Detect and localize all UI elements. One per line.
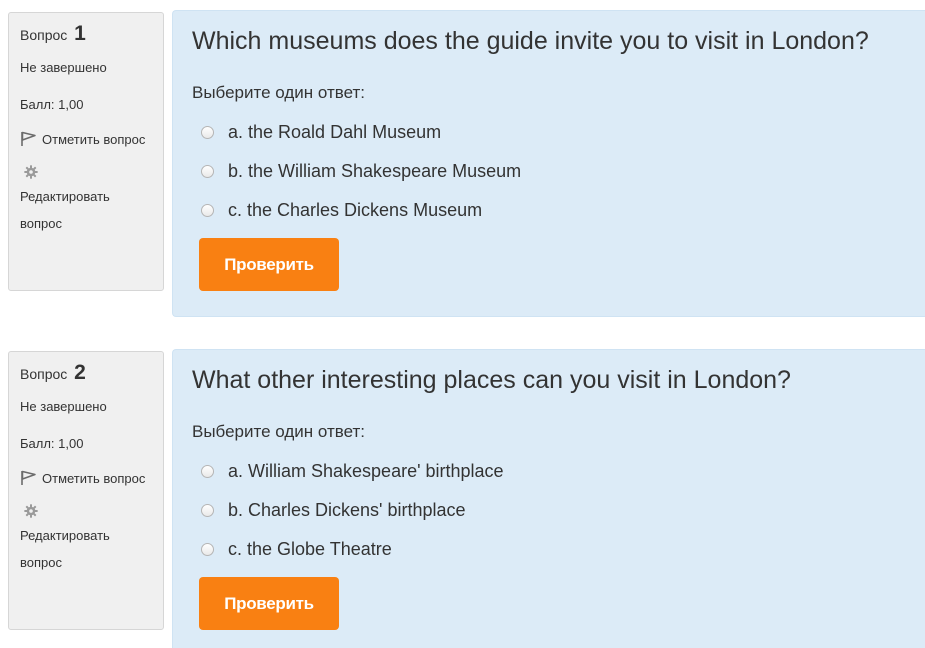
question-number: Вопрос 2 [20, 361, 153, 389]
question-1: Вопрос 1 Не завершено Балл: 1,00 Отметит… [0, 10, 925, 320]
answer-prompt: Выберите один ответ: [192, 83, 365, 102]
question-label: Вопрос [20, 27, 68, 43]
radio-button[interactable] [201, 504, 214, 517]
flag-icon [21, 470, 36, 485]
answer-prompt: Выберите один ответ: [192, 422, 365, 441]
radio-button[interactable] [201, 543, 214, 556]
radio-button[interactable] [201, 126, 214, 139]
answer-label: a. William Shakespeare' birthplace [228, 461, 504, 481]
answer-option-b[interactable]: b. the William Shakespeare Museum [192, 152, 925, 191]
answer-list: a. William Shakespeare' birthplace b. Ch… [192, 452, 925, 569]
answer-option-c[interactable]: c. the Globe Theatre [192, 530, 925, 569]
radio-button[interactable] [201, 204, 214, 217]
flag-question-label: Отметить вопрос [42, 471, 146, 486]
check-button[interactable]: Проверить [199, 577, 339, 630]
question-text: What other interesting places can you vi… [192, 366, 791, 394]
answer-option-a[interactable]: a. the Roald Dahl Museum [192, 113, 925, 152]
question-state: Не завершено [20, 399, 107, 414]
flag-question-label: Отметить вопрос [42, 132, 146, 147]
radio-button[interactable] [201, 165, 214, 178]
check-button[interactable]: Проверить [199, 238, 339, 291]
answer-label: a. the Roald Dahl Museum [228, 122, 442, 142]
question-info-panel: Вопрос 2 Не завершено Балл: 1,00 Отметит… [8, 351, 164, 630]
answer-list: a. the Roald Dahl Museum b. the William … [192, 113, 925, 230]
answer-label: b. Charles Dickens' birthplace [228, 500, 466, 520]
answer-option-b[interactable]: b. Charles Dickens' birthplace [192, 491, 925, 530]
edit-question-link[interactable]: Редактировать вопрос [20, 183, 153, 237]
answer-option-a[interactable]: a. William Shakespeare' birthplace [192, 452, 925, 491]
answer-label: b. the William Shakespeare Museum [228, 161, 522, 181]
flag-icon [21, 131, 36, 146]
question-label: Вопрос [20, 366, 68, 382]
question-text: Which museums does the guide invite you … [192, 27, 869, 55]
answer-option-c[interactable]: c. the Charles Dickens Museum [192, 191, 925, 230]
flag-question-link[interactable]: Отметить вопрос [20, 126, 153, 153]
edit-question-link[interactable]: Редактировать вопрос [20, 522, 153, 576]
answer-label: c. the Charles Dickens Museum [228, 200, 483, 220]
gear-icon[interactable] [24, 504, 38, 518]
question-grade: Балл: 1,00 [20, 97, 84, 112]
gear-icon[interactable] [24, 165, 38, 179]
answer-label: c. the Globe Theatre [228, 539, 392, 559]
question-content: What other interesting places can you vi… [172, 349, 925, 648]
question-grade: Балл: 1,00 [20, 436, 84, 451]
question-content: Which museums does the guide invite you … [172, 10, 925, 317]
question-info-panel: Вопрос 1 Не завершено Балл: 1,00 Отметит… [8, 12, 164, 291]
question-number-value: 1 [74, 22, 86, 45]
question-number: Вопрос 1 [20, 22, 153, 50]
flag-question-link[interactable]: Отметить вопрос [20, 465, 153, 492]
radio-button[interactable] [201, 465, 214, 478]
question-2: Вопрос 2 Не завершено Балл: 1,00 Отметит… [0, 349, 925, 648]
question-number-value: 2 [74, 361, 86, 384]
question-state: Не завершено [20, 60, 107, 75]
